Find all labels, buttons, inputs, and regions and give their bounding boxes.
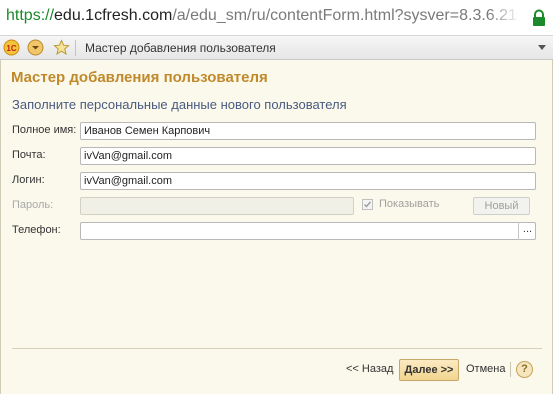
url-text[interactable]: https://edu.1cfresh.com/a/edu_sm/ru/cont… — [6, 7, 517, 25]
footer-divider — [12, 348, 542, 349]
form-title: Мастер добавления пользователя — [11, 69, 268, 86]
login-label: Логин: — [12, 174, 45, 186]
password-field[interactable] — [80, 197, 354, 215]
window-title: Мастер добавления пользователя — [85, 41, 276, 55]
phone-field[interactable] — [80, 222, 536, 240]
help-icon[interactable]: ? — [516, 361, 533, 378]
back-button[interactable]: << Назад — [346, 363, 393, 375]
phone-label: Телефон: — [12, 224, 61, 236]
full-name-field[interactable]: Иванов Семен Карпович — [80, 122, 536, 140]
app-toolbar: 1C Мастер добавления пользователя — [0, 36, 553, 60]
url-fade — [488, 2, 528, 32]
phone-choose-button[interactable]: ... — [518, 222, 536, 240]
full-name-label: Полное имя: — [12, 124, 77, 136]
url-scheme: https:// — [6, 7, 55, 24]
star-icon[interactable] — [53, 39, 70, 56]
form-subtitle: Заполните персональные данные нового пол… — [12, 97, 347, 112]
toolbar-separator — [75, 40, 76, 56]
chevron-down-icon[interactable] — [538, 45, 546, 50]
url-path: /a/edu_sm/ru/contentForm.html?sysver=8.3… — [172, 7, 517, 24]
password-label: Пароль: — [12, 199, 54, 211]
dropdown-circle-icon[interactable] — [27, 39, 44, 56]
next-button[interactable]: Далее >> — [399, 359, 459, 381]
footer-separator — [510, 362, 511, 377]
checkmark-icon — [364, 201, 372, 208]
show-password-checkbox[interactable] — [362, 199, 373, 210]
email-label: Почта: — [12, 149, 46, 161]
cancel-button[interactable]: Отмена — [466, 363, 505, 375]
lock-icon[interactable] — [531, 9, 547, 27]
user-wizard-form: Мастер добавления пользователя Заполните… — [0, 60, 553, 394]
email-field[interactable]: ivVan@gmail.com — [80, 147, 536, 165]
url-host: edu.1cfresh.com — [54, 7, 173, 24]
address-bar[interactable]: https://edu.1cfresh.com/a/edu_sm/ru/cont… — [0, 0, 553, 36]
1c-logo-icon[interactable]: 1C — [3, 39, 20, 56]
svg-text:1C: 1C — [6, 44, 16, 53]
login-field[interactable]: ivVan@gmail.com — [80, 172, 536, 190]
show-password-label[interactable]: Показывать — [379, 198, 439, 210]
new-password-button[interactable]: Новый — [473, 197, 530, 215]
